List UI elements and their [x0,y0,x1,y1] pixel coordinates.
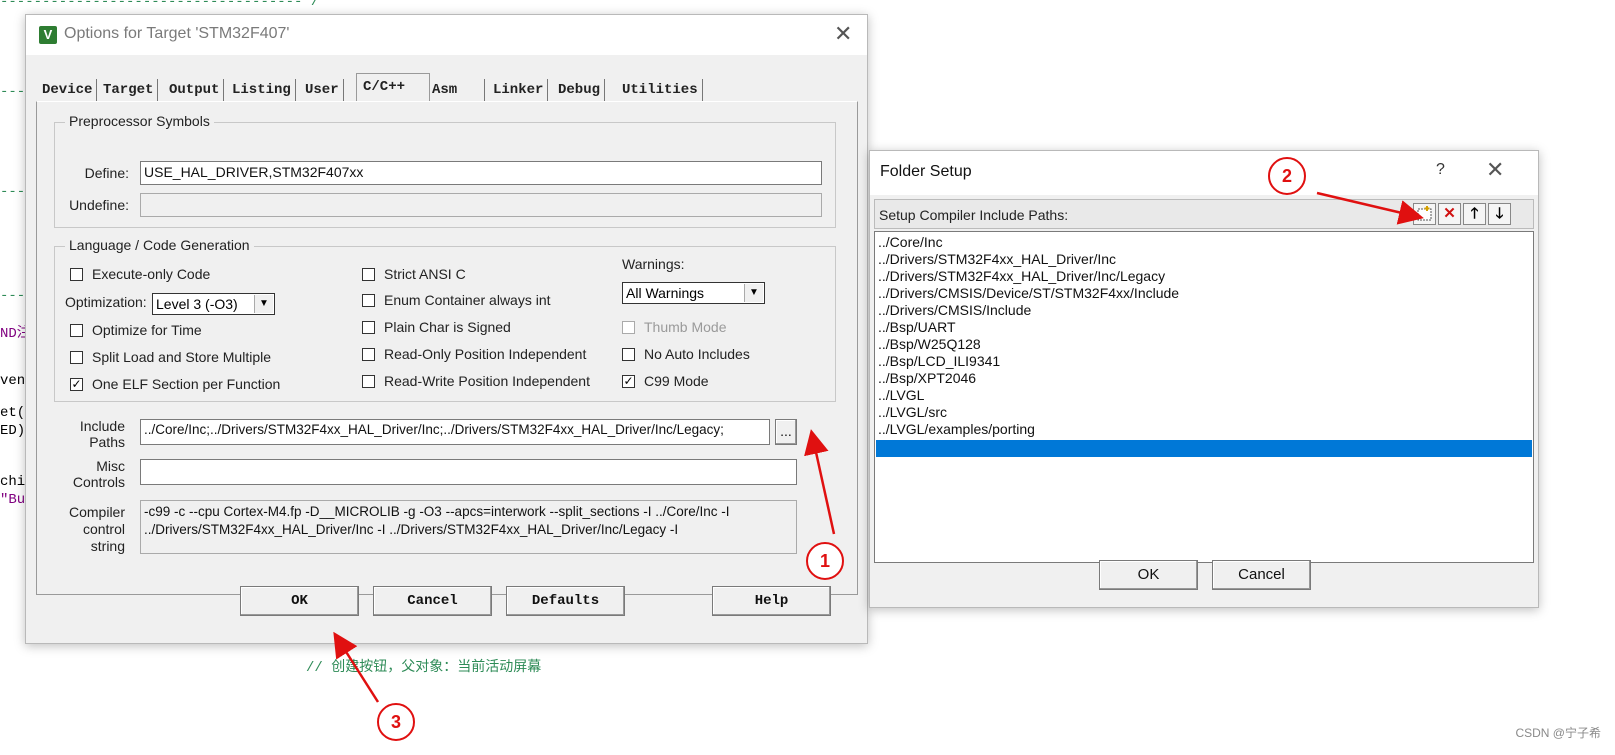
annotation-marker-1: 1 [806,542,844,580]
annotation-arrow-2 [1316,191,1424,225]
watermark: CSDN @宁子希 [1515,726,1601,740]
annotation-arrows [333,191,1424,703]
annotation-arrow-3 [333,631,380,703]
annotation-arrow-1 [804,429,836,535]
annotation-marker-2: 2 [1268,157,1306,195]
annotation-marker-3: 3 [377,703,415,741]
